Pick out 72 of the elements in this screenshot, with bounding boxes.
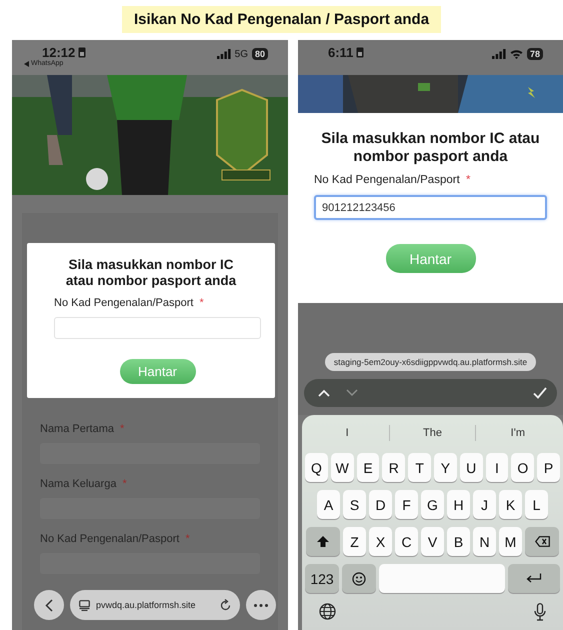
signal-icon [216,49,231,59]
field-label: No Kad Pengenalan/Pasport * [54,297,205,309]
more-button[interactable] [246,590,276,620]
keyboard-key[interactable]: U [460,453,483,482]
keyboard-key[interactable]: O [511,453,534,482]
suggestion[interactable]: The [390,427,475,439]
keyboard-key[interactable]: R [382,453,406,482]
id-number-field[interactable] [54,317,261,339]
back-button[interactable] [34,590,64,620]
microphone-icon[interactable] [534,603,546,621]
back-triangle-icon [24,60,29,66]
chevron-down-icon[interactable] [346,389,358,397]
backspace-icon [534,536,550,547]
keyboard-key[interactable]: T [408,453,431,482]
id-number-field[interactable]: 901212123456 [314,195,547,220]
keyboard-key[interactable]: X [369,527,392,556]
keyboard-key[interactable]: K [499,490,522,519]
field-label: Nama Pertama * [40,423,126,435]
shift-arrow-icon [317,536,329,547]
url-text: pvwdq.au.platformsh.site [96,600,197,610]
keyboard-key[interactable]: S [343,490,366,519]
address-bar[interactable]: pvwdq.au.platformsh.site [70,590,240,620]
return-key[interactable] [508,564,560,593]
signal-icon [492,49,506,59]
keyboard-key[interactable]: W [330,453,354,482]
reload-icon [220,599,231,611]
numbers-key[interactable]: 123 [305,564,339,593]
chevron-left-icon [45,598,53,612]
url-pill: staging-5em2ouy-x6sdiigppvwdq.au.platformsh.site [324,353,536,371]
keyboard-key[interactable]: Q [305,453,328,482]
keyboard-key[interactable]: Y [434,453,457,482]
battery-level: 78 [526,48,543,60]
suggestion[interactable]: I [305,427,390,439]
globe-icon[interactable] [319,603,336,620]
dialog-title: Sila masukkan nombor IC atau nombor pasport anda [320,130,541,166]
field-label: No Kad Pengenalan/Pasport * [40,533,191,545]
field-label: No Kad Pengenalan/Pasport * [314,174,472,186]
keyboard-key[interactable]: C [395,527,418,556]
sim-icon [356,47,364,58]
suggestion[interactable]: I'm [476,427,560,439]
keyboard-key[interactable]: F [395,490,418,519]
chevron-up-icon[interactable] [318,389,330,397]
keyboard-key[interactable]: L [525,490,548,519]
keyboard-key[interactable]: B [447,527,470,556]
keyboard-key[interactable]: J [473,490,496,519]
keyboard-key[interactable]: Z [343,527,366,556]
keyboard-key[interactable]: G [421,490,444,519]
keyboard-key[interactable]: M [499,527,522,556]
banner-title: Isikan No Kad Pengenalan / Pasport anda [122,6,442,33]
more-icon [254,604,268,606]
return-icon [526,573,542,584]
keyboard-key[interactable]: A [317,490,340,519]
keyboard-key[interactable]: P [537,453,560,482]
keyboard-key[interactable]: H [447,490,470,519]
keyboard-key[interactable]: D [369,490,392,519]
tabs-icon [79,600,90,610]
keyboard-key[interactable]: E [356,453,380,482]
field-label: Nama Keluarga * [40,478,128,490]
keyboard-key[interactable]: I [486,453,508,482]
checkmark-icon[interactable] [533,387,547,399]
emoji-key[interactable] [342,564,376,593]
keyboard-key[interactable]: N [473,527,496,556]
shift-key[interactable] [306,527,340,556]
status-time: 6:11 [328,45,354,60]
backspace-key[interactable] [525,527,559,556]
sim-icon [78,47,86,58]
status-time: 12:12 [42,45,76,60]
network-label: 5G [234,48,248,60]
smiley-icon [352,572,366,586]
battery-level: 80 [252,48,268,60]
dialog-title: Sila masukkan nombor IC atau nombor pasport anda [64,257,238,289]
keyboard-key[interactable]: V [421,527,444,556]
